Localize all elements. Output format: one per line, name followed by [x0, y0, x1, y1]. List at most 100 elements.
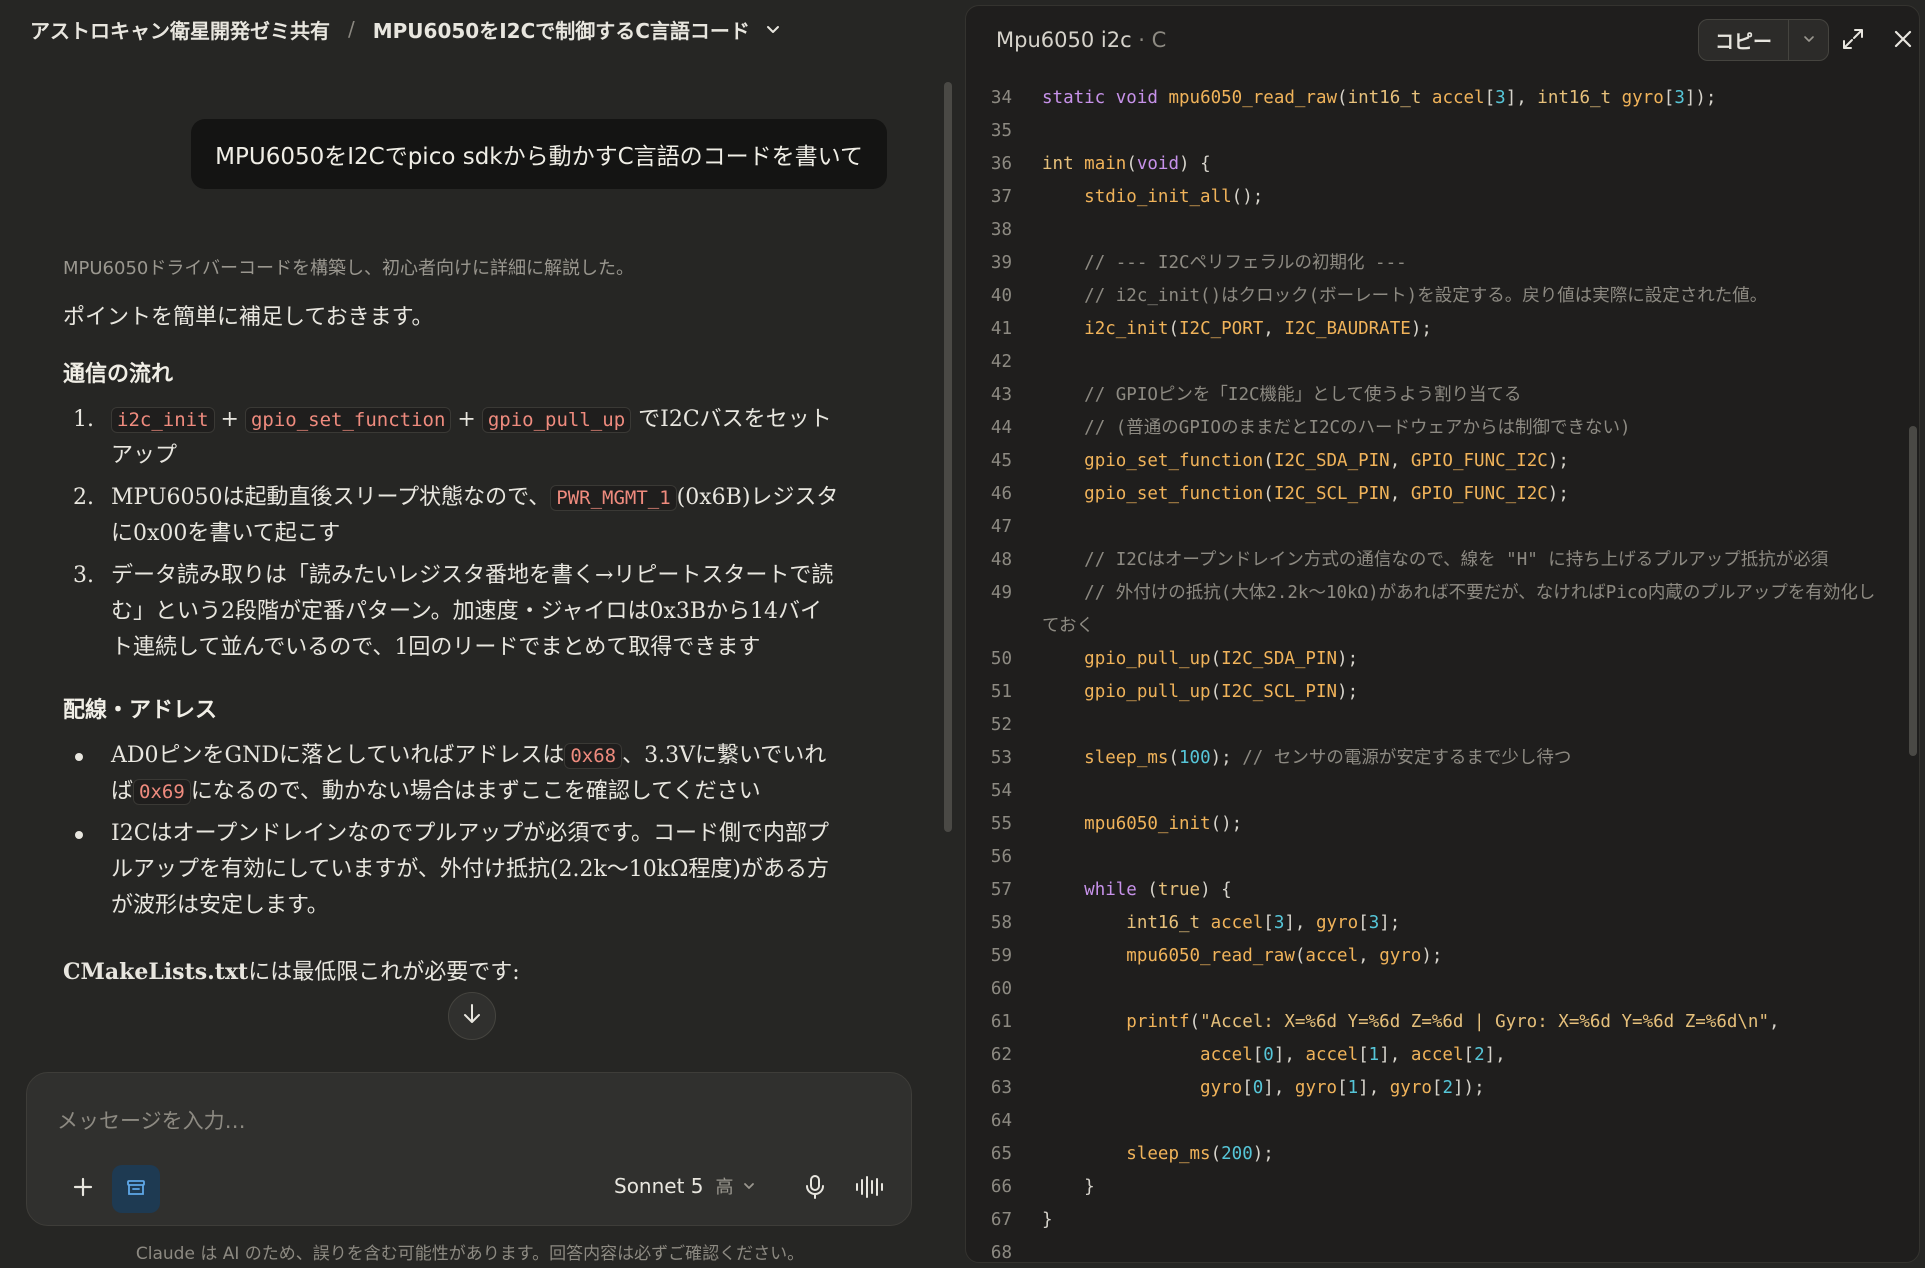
artifact-language: · C — [1131, 28, 1167, 52]
code-editor[interactable]: 34 static void mpu6050_read_raw(int16_t a… — [966, 82, 1906, 1262]
close-button[interactable] — [1888, 26, 1918, 56]
copy-button[interactable]: コピー — [1699, 20, 1788, 60]
line-number: 36 — [990, 154, 1012, 174]
copy-options-button[interactable] — [1788, 20, 1828, 60]
line-number: 56 — [990, 847, 1012, 867]
code-text: // --- I2Cペリフェラルの初期化 --- — [1084, 253, 1407, 273]
inline-code: i2c_init — [111, 407, 215, 433]
waveform-icon — [854, 1175, 884, 1203]
inline-code: gpio_set_function — [244, 407, 452, 433]
list-number: 1. — [73, 407, 94, 432]
code-text: stdio_init_all(); — [1084, 187, 1264, 207]
list-item-text: MPU6050は起動直後スリープ状態なので、 — [111, 485, 551, 510]
archive-icon — [124, 1175, 148, 1203]
line-number: 68 — [990, 1243, 1012, 1262]
add-attachment-button[interactable] — [63, 1169, 103, 1209]
code-line: 53 sleep_ms(100); // センサの電源が安定するまで少し待つ — [966, 742, 1906, 775]
line-number: 63 — [990, 1078, 1012, 1098]
code-line: 55 mpu6050_init(); — [966, 808, 1906, 841]
code-line: 50 gpio_pull_up(I2C_SDA_PIN); — [966, 643, 1906, 676]
line-number: 37 — [990, 187, 1012, 207]
trailing-text-filename: CMakeLists.txt — [63, 959, 249, 985]
code-line: 63 gyro[0], gyro[1], gyro[2]); — [966, 1072, 1906, 1105]
microphone-button[interactable] — [797, 1171, 833, 1207]
scroll-to-bottom-button[interactable] — [448, 992, 496, 1040]
plus-text: + — [220, 407, 239, 432]
code-text: mpu6050_init(); — [1084, 814, 1243, 834]
assistant-response: MPU6050ドライバーコードを構築し、初心者向けに詳細に解説した。 ポイントを… — [63, 240, 843, 1070]
project-tool-button[interactable] — [112, 1165, 160, 1213]
code-text: // GPIOピンを「I2C機能」として使うよう割り当てる — [1084, 385, 1522, 405]
expand-icon — [1841, 27, 1865, 55]
line-number: 39 — [990, 253, 1012, 273]
chat-title[interactable]: MPU6050をI2Cで制御するC言語コード — [373, 15, 750, 44]
code-line: 41 i2c_init(I2C_PORT, I2C_BAUDRATE); — [966, 313, 1906, 346]
code-text: // 外付けの抵抗(大体2.2k〜10kΩ)があれば不要だが、なければPico内… — [1042, 583, 1876, 636]
code-line: 67} — [966, 1204, 1906, 1237]
arrow-down-icon — [462, 1003, 482, 1029]
code-line: 43 // GPIOピンを「I2C機能」として使うよう割り当てる — [966, 379, 1906, 412]
artifact-panel: Mpu6050 i2c · C コピー 34 static void mpu60… — [965, 5, 1920, 1263]
code-line: 66 } — [966, 1171, 1906, 1204]
line-number: 47 — [990, 517, 1012, 537]
line-number: 51 — [990, 682, 1012, 702]
code-line: 54 — [966, 775, 1906, 808]
code-text: sleep_ms(100); // センサの電源が安定するまで少し待つ — [1084, 748, 1572, 768]
artifact-scrollbar[interactable] — [1909, 426, 1917, 756]
breadcrumb: アストロキャン衛星開発ゼミ共有 / MPU6050をI2Cで制御するC言語コード — [30, 14, 782, 44]
code-line: 36 int main(void) { — [966, 148, 1906, 181]
line-number: 54 — [990, 781, 1012, 801]
line-number: 40 — [990, 286, 1012, 306]
line-number: 48 — [990, 550, 1012, 570]
line-number: 52 — [990, 715, 1012, 735]
list-item: AD0ピンをGNDに落としていればアドレスは 0x68 、3.3Vに繋いでいれば 0x… — [63, 738, 843, 810]
line-number: 65 — [990, 1144, 1012, 1164]
line-number: 34 — [990, 88, 1012, 108]
code-line: 52 — [966, 709, 1906, 742]
artifact-header: Mpu6050 i2c · C コピー — [966, 6, 1919, 76]
code-line: 35 — [966, 115, 1906, 148]
close-icon — [1892, 28, 1914, 54]
code-text: // (普通のGPIOのままだとI2Cのハードウェアからは制御できない) — [1084, 418, 1631, 438]
plus-text: + — [457, 407, 476, 432]
line-number: 55 — [990, 814, 1012, 834]
model-selector[interactable]: Sonnet 5 高 — [614, 1173, 756, 1199]
code-text: while (true) { — [1084, 880, 1232, 900]
message-composer[interactable]: メッセージを入力… Sonnet 5 高 — [26, 1072, 912, 1226]
line-number: 41 — [990, 319, 1012, 339]
thinking-summary[interactable]: MPU6050ドライバーコードを構築し、初心者向けに詳細に解説した。 — [63, 254, 843, 280]
code-line: 38 — [966, 214, 1906, 247]
breadcrumb-project[interactable]: アストロキャン衛星開発ゼミ共有 — [30, 15, 330, 44]
bullet-list: AD0ピンをGNDに落としていればアドレスは 0x68 、3.3Vに繋いでいれば 0x… — [63, 738, 843, 924]
line-number: 57 — [990, 880, 1012, 900]
code-text: // I2Cはオープンドレイン方式の通信なので、線を "H" に持ち上げるプルア… — [1084, 550, 1829, 570]
bullet-icon — [75, 831, 83, 839]
list-number: 3. — [73, 563, 94, 588]
message-input[interactable]: メッセージを入力… — [57, 1105, 246, 1135]
chat-scrollbar[interactable] — [944, 82, 952, 832]
list-item: 3. データ読み取りは「読みたいレジスタ番地を書く→リピートスタートで読む」とい… — [63, 558, 843, 666]
code-line: 60 — [966, 973, 1906, 1006]
inline-code: 0x69 — [133, 779, 191, 805]
line-number: 64 — [990, 1111, 1012, 1131]
voice-mode-button[interactable] — [849, 1171, 889, 1207]
code-text: gpio_set_function(I2C_SCL_PIN, GPIO_FUNC… — [1084, 484, 1569, 504]
code-line: 56 — [966, 841, 1906, 874]
line-number: 42 — [990, 352, 1012, 372]
disclaimer-text: Claude は AI のため、誤りを含む可能性があります。回答内容は必ずご確認… — [135, 1244, 805, 1264]
line-number: 53 — [990, 748, 1012, 768]
inline-code: 0x68 — [564, 743, 623, 769]
code-line: 58 int16_t accel[3], gyro[3]; — [966, 907, 1906, 940]
inline-code: PWR_MGMT_1 — [550, 485, 677, 511]
line-number: 58 — [990, 913, 1012, 933]
effort-level: 高 — [715, 1177, 734, 1198]
expand-button[interactable] — [1838, 26, 1868, 56]
code-line: 45 gpio_set_function(I2C_SDA_PIN, GPIO_F… — [966, 445, 1906, 478]
code-text: static void mpu6050_read_raw(int16_t acc… — [1042, 88, 1717, 108]
line-number: 67 — [990, 1210, 1012, 1230]
chevron-down-icon[interactable] — [764, 20, 782, 38]
code-line: 40 // i2c_init()はクロック(ボーレート)を設定する。戻り値は実際… — [966, 280, 1906, 313]
code-line: 49 // 外付けの抵抗(大体2.2k〜10kΩ)があれば不要だが、なければPi… — [966, 577, 1906, 643]
code-text: gpio_pull_up(I2C_SCL_PIN); — [1084, 682, 1359, 702]
response-intro: ポイントを簡単に補足しておきます。 — [63, 305, 434, 330]
